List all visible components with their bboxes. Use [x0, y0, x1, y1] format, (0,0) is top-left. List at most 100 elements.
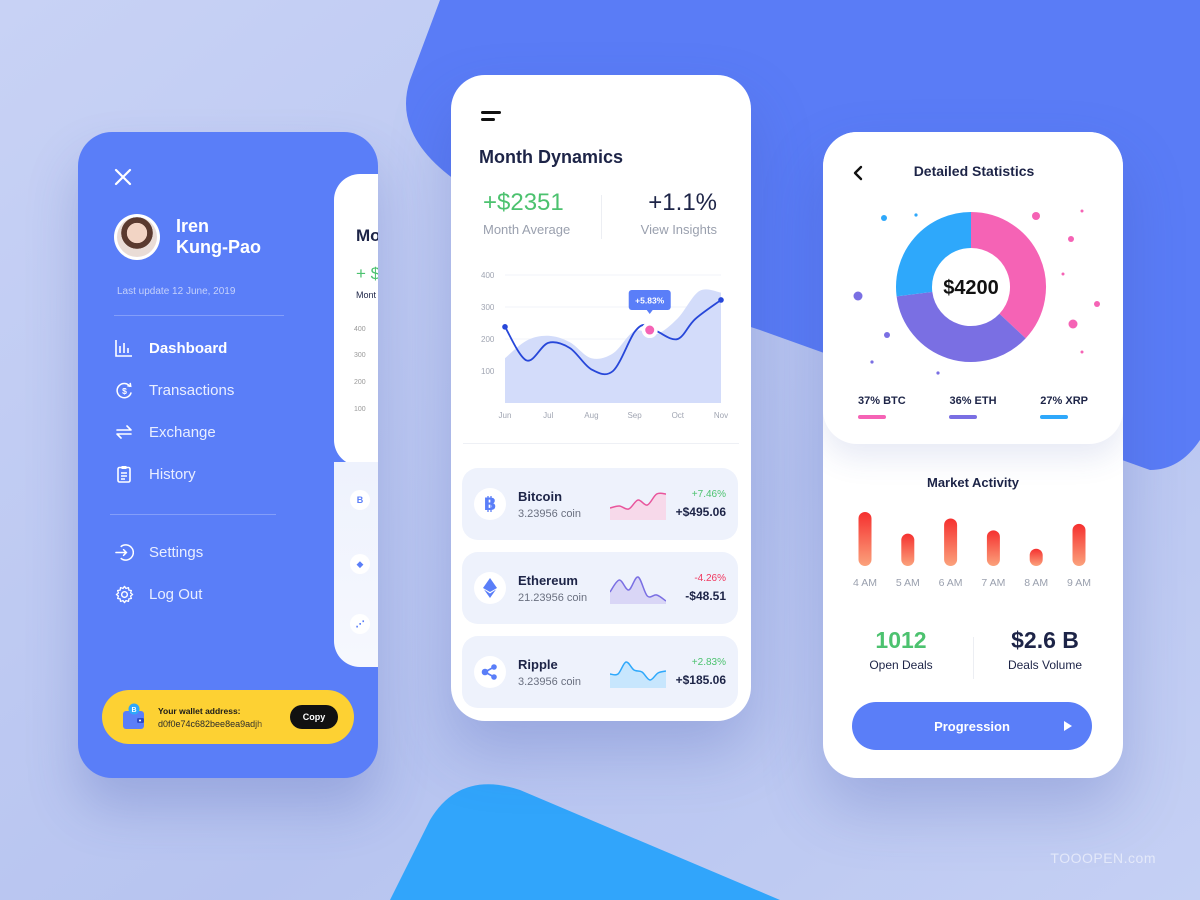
tooltip-label: +5.83%	[635, 296, 665, 306]
peek-tick: 200	[354, 379, 366, 386]
svg-text:B: B	[484, 495, 497, 513]
insights-label[interactable]: View Insights	[641, 222, 717, 237]
open-deals-stat: 1012 Open Deals	[853, 627, 949, 672]
bitcoin-icon: B	[350, 490, 370, 510]
legend-item-xrp: 27% XRP	[1040, 395, 1088, 419]
month-average-stat: +$2351 Month Average	[483, 189, 570, 237]
activity-bar[interactable]	[986, 530, 1000, 566]
x-tick-label: 8 AM	[1024, 577, 1048, 589]
tooltip-arrow	[646, 310, 653, 315]
nav-item-settings[interactable]: Settings	[114, 531, 203, 573]
peek-value: + $	[356, 264, 378, 283]
open-deals-value: 1012	[875, 627, 927, 653]
legend-swatch	[1040, 415, 1069, 419]
coin-row-ethereum[interactable]: Ethereum 21.23956 coin -4.26% -$48.51	[462, 552, 738, 624]
decorative-dot	[914, 213, 918, 217]
line-end-point	[718, 297, 724, 303]
peek-coin-list: B ◆ ⋰	[334, 462, 378, 667]
bar-chart-icon	[114, 338, 134, 358]
decorative-dot	[1061, 272, 1065, 276]
x-tick-label: Jun	[499, 411, 512, 420]
watermark: TOOOPEN.com	[1050, 850, 1156, 866]
decorative-dot	[870, 360, 874, 364]
user-name: Iren Kung-Pao	[176, 216, 261, 258]
menu-screen: Mo + $ Mont 400 300 200 100 B ◆ ⋰ Iren K…	[78, 132, 378, 778]
coin-usd-change: +$495.06	[675, 505, 726, 519]
activity-bar[interactable]	[901, 533, 915, 566]
area-series	[505, 289, 721, 403]
portfolio-donut-chart[interactable]: $4200	[823, 192, 1123, 382]
decorative-dot	[881, 215, 887, 221]
activity-bar[interactable]	[944, 518, 958, 566]
month-dynamics-chart[interactable]: 400 300 200 100 +5.83% Jun Jul Aug Sep Oct Nov	[451, 265, 751, 425]
coin-name: Ethereum	[518, 572, 578, 588]
nav-label: Exchange	[149, 423, 216, 441]
close-icon[interactable]	[114, 168, 132, 186]
legend-swatch	[949, 415, 978, 419]
activity-bar[interactable]	[1072, 523, 1086, 566]
peek-title: Mo	[356, 226, 378, 245]
peek-sub: Mont	[356, 290, 377, 300]
nav-item-exchange[interactable]: Exchange	[114, 411, 234, 453]
x-tick-label: 6 AM	[939, 577, 963, 589]
market-activity-chart[interactable]: 4 AM 5 AM 6 AM 7 AM 8 AM 9 AM	[823, 502, 1123, 602]
donut-slice-eth[interactable]	[896, 291, 1026, 362]
month-average-value: +$2351	[483, 189, 564, 216]
wallet-address[interactable]: d0f0e74c682bee8ea9adjh	[158, 719, 284, 729]
nav-item-history[interactable]: History	[114, 453, 234, 495]
divider	[114, 315, 284, 316]
dynamics-screen: Month Dynamics +$2351 Month Average +1.1…	[451, 75, 751, 721]
decorative-dot	[853, 291, 863, 301]
highlight-point[interactable]	[645, 325, 655, 335]
clipboard-icon	[114, 464, 134, 484]
line-start-point	[502, 324, 508, 330]
y-tick-label: 300	[481, 303, 495, 312]
coin-row-ripple[interactable]: Ripple 3.23956 coin +2.83% +$185.06	[462, 636, 738, 708]
x-tick-label: 4 AM	[853, 577, 877, 589]
deals-volume-stat: $2.6 B Deals Volume	[995, 627, 1095, 672]
detailed-statistics-card: Detailed Statistics $4200 37% BTC 36% ET…	[823, 132, 1123, 444]
wallet-label: Your wallet address:	[158, 705, 241, 716]
main-nav: Dashboard $ Transactions Exchange Histor…	[114, 327, 234, 495]
statistics-screen: Detailed Statistics $4200 37% BTC 36% ET…	[823, 132, 1123, 778]
legend-item-eth: 36% ETH	[949, 395, 997, 419]
nav-item-logout[interactable]: Log Out	[114, 573, 203, 615]
coin-row-bitcoin[interactable]: B Bitcoin 3.23956 coin +7.46% +$495.06	[462, 468, 738, 540]
x-tick-label: 7 AM	[981, 577, 1005, 589]
donut-legend: 37% BTC 36% ETH 27% XRP	[858, 395, 1088, 419]
copy-button[interactable]: Copy	[290, 705, 338, 729]
nav-item-dashboard[interactable]: Dashboard	[114, 327, 234, 369]
user-first-name: Iren	[176, 216, 210, 236]
coin-change: +7.46%	[691, 489, 726, 500]
nav-item-transactions[interactable]: $ Transactions	[114, 369, 234, 411]
last-update: Last update 12 June, 2019	[117, 286, 236, 297]
avatar[interactable]	[114, 214, 160, 260]
x-tick-label: Oct	[672, 411, 685, 420]
ripple-icon	[474, 656, 506, 688]
peek-tick: 300	[354, 352, 366, 359]
bitcoin-icon: B	[474, 488, 506, 520]
decorative-dot	[1080, 209, 1084, 213]
y-tick-label: 400	[481, 271, 495, 280]
legend-swatch	[858, 415, 886, 419]
menu-icon[interactable]	[481, 111, 503, 123]
page-title: Month Dynamics	[479, 147, 624, 167]
x-tick-label: Sep	[627, 411, 642, 420]
y-tick-label: 100	[481, 367, 495, 376]
x-tick-label: Jul	[543, 411, 553, 420]
activity-bar[interactable]	[1029, 548, 1043, 566]
divider	[973, 637, 974, 679]
wallet-address-bar: B Your wallet address: d0f0e74c682bee8ea…	[102, 690, 354, 744]
gear-icon	[114, 584, 134, 604]
user-last-name: Kung-Pao	[176, 237, 261, 257]
peek-tick: 400	[354, 326, 366, 333]
nav-label: Dashboard	[149, 339, 228, 357]
legend-label: 27% XRP	[1040, 395, 1088, 407]
activity-bar[interactable]	[858, 512, 872, 566]
wallet-icon: B	[122, 703, 146, 731]
ethereum-icon: ◆	[350, 554, 370, 574]
progression-button[interactable]: Progression	[852, 702, 1092, 750]
divider	[463, 443, 739, 444]
insights-stat[interactable]: +1.1% View Insights	[641, 189, 717, 237]
nav-label: History	[149, 465, 196, 483]
